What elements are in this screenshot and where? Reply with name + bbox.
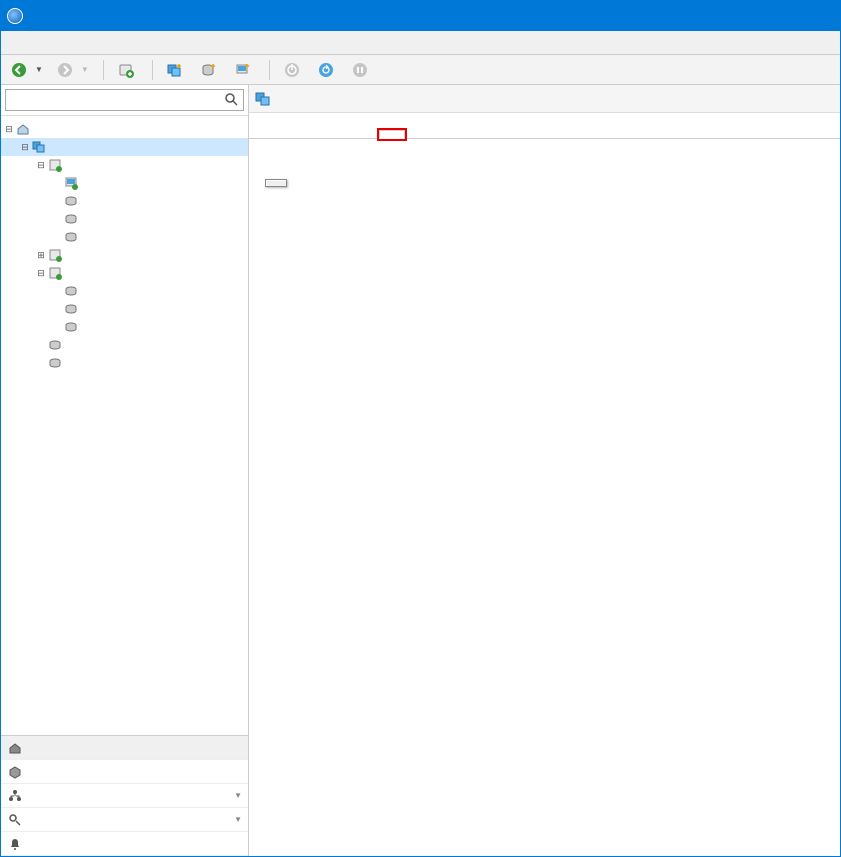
back-button[interactable]: ▼ [5, 57, 49, 83]
new-vm-icon [235, 62, 251, 78]
suspend-button[interactable] [346, 57, 378, 83]
pool-icon [255, 91, 271, 107]
shutdown-button[interactable] [278, 57, 310, 83]
detail-tabs [249, 113, 840, 139]
tree-removable-1[interactable] [1, 228, 248, 246]
tab-general[interactable] [249, 130, 275, 138]
app-window: ▼ ▼ [0, 0, 841, 857]
tab-memory[interactable] [275, 130, 301, 138]
reboot-icon [318, 62, 334, 78]
disk-icon [63, 320, 79, 334]
vm-icon [63, 176, 79, 190]
new-vm-button[interactable] [229, 57, 261, 83]
tab-ha[interactable] [379, 130, 405, 139]
disk-icon [63, 230, 79, 244]
navtab-org[interactable]: ▼ [1, 784, 248, 808]
new-pool-button[interactable] [161, 57, 193, 83]
forward-button[interactable]: ▼ [51, 57, 95, 83]
tab-storage[interactable] [301, 130, 327, 138]
disk-icon [47, 338, 63, 352]
disk-icon [63, 212, 79, 226]
home-icon [15, 122, 31, 136]
titlebar [1, 1, 840, 31]
org-icon [7, 788, 23, 804]
nav-tabs: ▼ ▼ [1, 735, 248, 856]
tab-user[interactable] [405, 130, 431, 138]
bell-icon [7, 836, 23, 852]
new-pool-icon [167, 62, 183, 78]
search-saved-icon [7, 812, 23, 828]
tree-server-3[interactable]: ⊟ [1, 264, 248, 282]
tab-network[interactable] [327, 130, 353, 138]
disk-icon [63, 302, 79, 316]
search-input[interactable] [5, 89, 244, 111]
tree-root[interactable]: ⊟ [1, 120, 248, 138]
server-icon [47, 158, 63, 172]
add-server-icon [118, 62, 134, 78]
tree-dvd-3[interactable] [1, 282, 248, 300]
toolbar-sep-2 [152, 60, 153, 80]
left-panel: ⊟ ⊟ ⊟ [1, 85, 249, 856]
tree-dvd-1[interactable] [1, 192, 248, 210]
tree-vm-centos[interactable] [1, 174, 248, 192]
tab-search[interactable] [431, 130, 457, 138]
new-storage-button[interactable] [195, 57, 227, 83]
search-wrap [1, 85, 248, 116]
pause-icon [352, 62, 368, 78]
tree-smb[interactable]: · [1, 354, 248, 372]
menubar [1, 31, 840, 55]
cube-icon [7, 764, 23, 780]
navtab-notify[interactable] [1, 832, 248, 856]
home-icon [7, 740, 23, 756]
pool-icon [31, 140, 47, 154]
tree-removable-3[interactable] [1, 318, 248, 336]
nav-tree[interactable]: ⊟ ⊟ ⊟ [1, 116, 248, 735]
tree-server-2[interactable]: ⊞ [1, 246, 248, 264]
main-body: ⊟ ⊟ ⊟ [1, 85, 840, 856]
back-icon [11, 62, 27, 78]
navtab-infra[interactable] [1, 736, 248, 760]
power-icon [284, 62, 300, 78]
tree-localstorage-3[interactable] [1, 300, 248, 318]
toolbar-sep-3 [269, 60, 270, 80]
navtab-saved[interactable]: ▼ [1, 808, 248, 832]
content-header [249, 85, 840, 113]
server-icon [47, 266, 63, 280]
reboot-button[interactable] [312, 57, 344, 83]
tree-localstorage-1[interactable] [1, 210, 248, 228]
add-server-button[interactable] [112, 57, 144, 83]
tree-pool[interactable]: ⊟ [1, 138, 248, 156]
tree-server-1[interactable]: ⊟ [1, 156, 248, 174]
disk-icon [47, 356, 63, 370]
right-panel [249, 85, 840, 856]
navtab-objects[interactable] [1, 760, 248, 784]
disk-icon [63, 194, 79, 208]
content-area [249, 139, 840, 856]
disk-icon [63, 284, 79, 298]
chevron-down-icon: ▼ [234, 815, 242, 824]
app-icon [7, 8, 23, 24]
tab-gpu[interactable] [353, 130, 379, 138]
tree-iscsi[interactable]: · [1, 336, 248, 354]
forward-icon [57, 62, 73, 78]
chevron-down-icon: ▼ [234, 791, 242, 800]
configure-ha-button[interactable] [265, 179, 287, 187]
search-icon[interactable] [224, 92, 240, 108]
server-icon [47, 248, 63, 262]
toolbar: ▼ ▼ [1, 55, 840, 85]
toolbar-sep-1 [103, 60, 104, 80]
new-storage-icon [201, 62, 217, 78]
